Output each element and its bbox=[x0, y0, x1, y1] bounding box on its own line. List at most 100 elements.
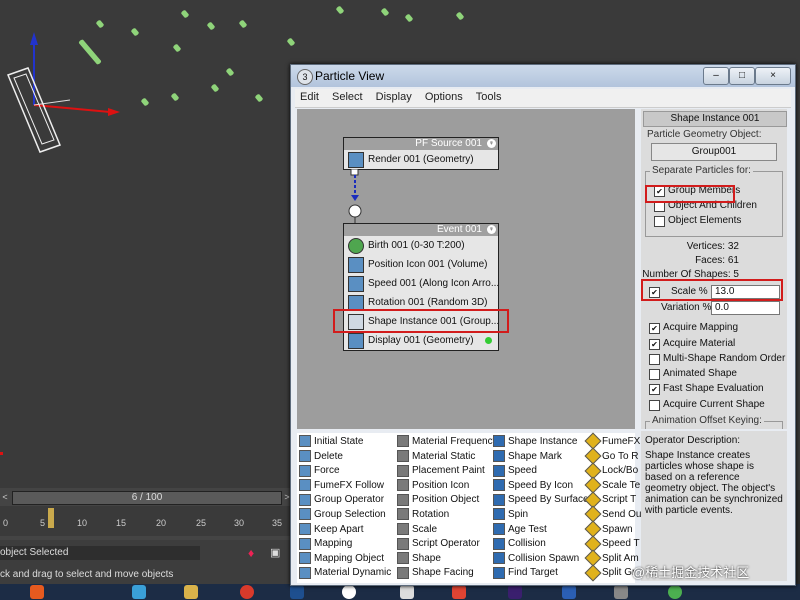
depot-item[interactable]: Collision bbox=[493, 537, 546, 551]
operator-icon bbox=[493, 537, 505, 550]
depot-item[interactable]: Shape bbox=[397, 552, 441, 566]
menu-options[interactable]: Options bbox=[420, 89, 468, 105]
depot-item[interactable]: Shape Instance bbox=[493, 435, 578, 449]
variation-spinner[interactable]: 0.0 bbox=[711, 301, 780, 315]
menu-tools[interactable]: Tools bbox=[471, 89, 507, 105]
frame-ruler[interactable]: 0 5 10 15 20 25 30 35 bbox=[0, 506, 292, 536]
depot-item[interactable]: Rotation bbox=[397, 508, 449, 522]
time-slider[interactable]: 6 / 100 bbox=[12, 491, 282, 505]
parameters-panel[interactable]: Shape Instance 001 Particle Geometry Obj… bbox=[641, 109, 787, 429]
depot-item[interactable]: Split Am bbox=[584, 549, 639, 567]
operator-position-icon[interactable]: Position Icon 001 (Volume) bbox=[344, 255, 498, 274]
light-icon[interactable]: ♀ bbox=[487, 225, 496, 234]
rollout-header[interactable]: Shape Instance 001 bbox=[643, 111, 787, 127]
depot-item[interactable]: Collision Spawn bbox=[493, 552, 579, 566]
depot-item[interactable]: Go To R bbox=[584, 447, 639, 465]
minimize-button[interactable]: – bbox=[703, 67, 729, 85]
depot-item-label: Initial State bbox=[314, 436, 364, 447]
app-icon[interactable] bbox=[452, 585, 466, 599]
depot-item[interactable]: Initial State bbox=[299, 435, 363, 449]
talk-icon[interactable] bbox=[342, 585, 356, 599]
checkbox-acquire-current-shape[interactable] bbox=[649, 400, 660, 411]
menu-select[interactable]: Select bbox=[327, 89, 368, 105]
depot-item[interactable]: Material Dynamic bbox=[299, 566, 391, 580]
ie-icon[interactable] bbox=[132, 585, 146, 599]
timeline[interactable]: < 6 / 100 > 0 5 10 15 20 25 30 35 bbox=[0, 488, 292, 540]
pf-source-node[interactable]: PF Source 001 ♀ Render 001 (Geometry) bbox=[343, 137, 499, 170]
depot-item[interactable]: Speed By Surface bbox=[493, 493, 589, 507]
depot-item[interactable]: Speed bbox=[493, 464, 537, 478]
depot-item[interactable]: Find Target bbox=[493, 566, 558, 580]
checkbox-acquire-mapping[interactable]: ✔ bbox=[649, 323, 660, 334]
app-icon[interactable] bbox=[668, 585, 682, 599]
3dsmax-icon[interactable] bbox=[614, 585, 628, 599]
node-header[interactable]: Event 001 ♀ bbox=[344, 224, 498, 236]
depot-item[interactable]: Speed By Icon bbox=[493, 479, 573, 493]
depot-item[interactable]: FumeFX Follow bbox=[299, 479, 384, 493]
checkbox-fast-shape-eval[interactable]: ✔ bbox=[649, 384, 660, 395]
particle-view-window[interactable]: 3 Particle View – □ × Edit Select Displa… bbox=[290, 64, 796, 586]
depot-item[interactable]: Spin bbox=[493, 508, 528, 522]
pin-icon[interactable]: ♦ bbox=[248, 546, 254, 560]
light-icon[interactable]: ♀ bbox=[487, 139, 496, 148]
depot-item[interactable]: Shape Facing bbox=[397, 566, 474, 580]
depot-item[interactable]: Send Ou bbox=[584, 505, 641, 523]
depot-item[interactable]: Script Operator bbox=[397, 537, 480, 551]
tool-icon[interactable] bbox=[400, 585, 414, 599]
depot-item[interactable]: Mapping bbox=[299, 537, 352, 551]
close-button[interactable]: × bbox=[755, 67, 791, 85]
folder-icon[interactable] bbox=[184, 585, 198, 599]
checkbox-multi-shape-random[interactable] bbox=[649, 354, 660, 365]
depot-item[interactable]: Placement Paint bbox=[397, 464, 485, 478]
photoshop-icon[interactable] bbox=[290, 585, 304, 599]
checkbox-object-elements[interactable] bbox=[654, 216, 665, 227]
chrome-icon[interactable] bbox=[240, 585, 254, 599]
depot-item[interactable]: Position Object bbox=[397, 493, 479, 507]
operator-depot[interactable]: Initial State Delete Force FumeFX Follow Gro… bbox=[297, 432, 641, 583]
menu-edit[interactable]: Edit bbox=[295, 89, 324, 105]
node-header[interactable]: PF Source 001 ♀ bbox=[344, 138, 498, 150]
depot-item[interactable]: Group Operator bbox=[299, 493, 384, 507]
emitter-icon[interactable] bbox=[0, 20, 120, 160]
current-frame-marker[interactable] bbox=[48, 508, 54, 528]
menu-display[interactable]: Display bbox=[371, 89, 417, 105]
depot-item[interactable]: Scale bbox=[397, 522, 437, 537]
operator-icon bbox=[299, 552, 311, 565]
operator-birth[interactable]: Birth 001 (0-30 T:200) bbox=[344, 236, 498, 255]
checkbox-animated-shape[interactable] bbox=[649, 369, 660, 380]
operator-label: Rotation 001 (Random 3D) bbox=[368, 297, 488, 308]
display-color-swatch[interactable] bbox=[485, 337, 492, 344]
depot-item[interactable]: Lock/Bo bbox=[584, 462, 638, 480]
depot-item[interactable]: Material Frequency bbox=[397, 435, 498, 449]
depot-item[interactable]: Script T bbox=[584, 491, 636, 509]
depot-item[interactable]: Scale Te bbox=[584, 476, 640, 494]
taskbar-app-icon[interactable] bbox=[30, 585, 44, 599]
depot-item[interactable]: Mapping Object bbox=[299, 552, 384, 566]
title-bar[interactable]: 3 Particle View – □ × bbox=[291, 65, 795, 87]
depot-item[interactable]: FumeFX bbox=[584, 432, 640, 450]
depot-item[interactable]: Force bbox=[299, 464, 340, 478]
depot-item[interactable]: Shape Mark bbox=[493, 449, 562, 464]
checkbox-acquire-material[interactable]: ✔ bbox=[649, 339, 660, 350]
after-effects-icon[interactable] bbox=[508, 585, 522, 599]
depot-item[interactable]: Spawn bbox=[584, 520, 633, 538]
lock-icon[interactable]: ▣ bbox=[270, 546, 280, 559]
depot-item[interactable]: Split Gr bbox=[584, 564, 635, 582]
geometry-object-button[interactable]: Group001 bbox=[651, 143, 777, 161]
maximize-button[interactable]: □ bbox=[729, 67, 755, 85]
operator-display[interactable]: Display 001 (Geometry) bbox=[344, 331, 498, 350]
depot-item[interactable]: Keep Apart bbox=[299, 522, 363, 537]
depot-item[interactable]: Delete bbox=[299, 449, 343, 464]
depot-item[interactable]: Speed T bbox=[584, 535, 640, 553]
word-icon[interactable] bbox=[562, 585, 576, 599]
depot-item[interactable]: Material Static bbox=[397, 449, 475, 464]
depot-item[interactable]: Age Test bbox=[493, 522, 547, 537]
prev-frame-button[interactable]: < bbox=[0, 491, 10, 503]
depot-item[interactable]: Position Icon bbox=[397, 479, 469, 493]
operator-render[interactable]: Render 001 (Geometry) bbox=[344, 150, 498, 169]
operator-speed[interactable]: Speed 001 (Along Icon Arro... bbox=[344, 274, 498, 293]
depot-item[interactable]: Group Selection bbox=[299, 508, 386, 522]
event-canvas[interactable]: PF Source 001 ♀ Render 001 (Geometry) Eve… bbox=[297, 109, 635, 429]
depot-item-label: Placement Paint bbox=[412, 465, 485, 477]
menu-bar: Edit Select Display Options Tools bbox=[295, 89, 791, 108]
